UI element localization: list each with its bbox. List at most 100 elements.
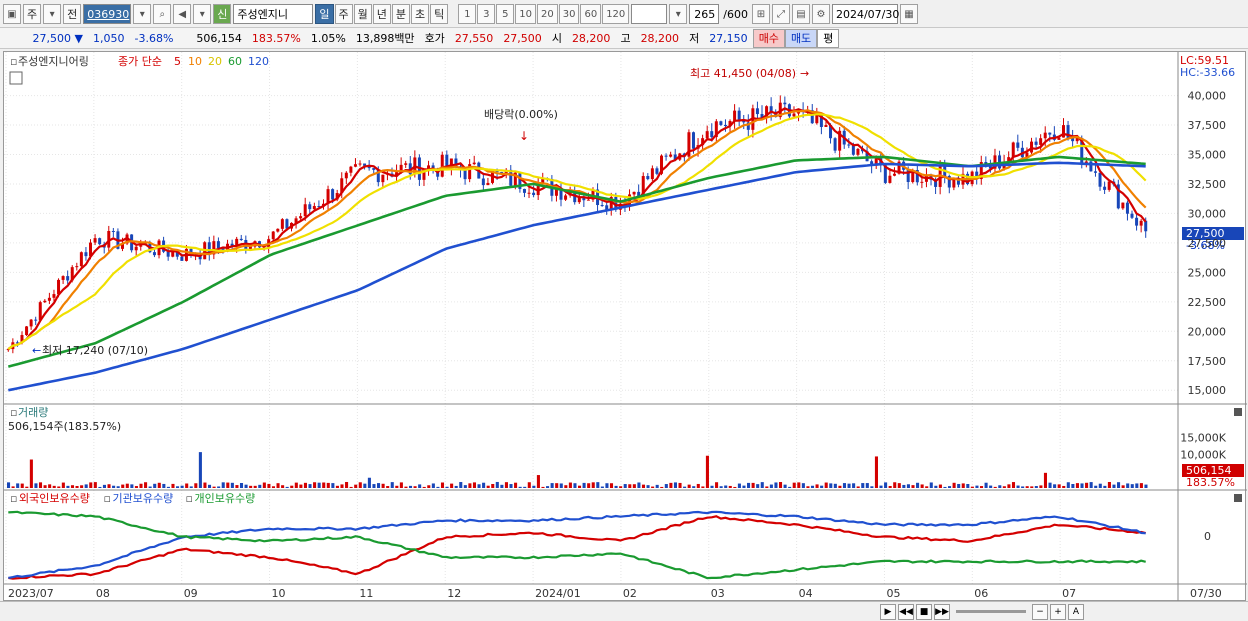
period-tab-5[interactable]: 초 — [411, 4, 430, 24]
period-tab-3[interactable]: 년 — [372, 4, 391, 24]
interval-tab-1[interactable]: 1 — [458, 4, 477, 24]
calendar-icon[interactable]: ▦ — [899, 4, 918, 24]
volume-bar — [294, 482, 298, 488]
zoom-slider[interactable] — [956, 610, 1026, 613]
sell-button[interactable]: 매도 — [784, 28, 818, 48]
volume-bar — [345, 481, 349, 488]
interval-tab-3[interactable]: 3 — [477, 4, 496, 24]
volume-bar — [897, 483, 901, 488]
holding-lines — [8, 510, 1146, 580]
table-icon[interactable] — [9, 71, 23, 85]
zoom-in-icon[interactable]: + — [1050, 603, 1066, 620]
volume-bar — [929, 482, 933, 488]
candle-body — [733, 110, 737, 122]
candle-body — [111, 231, 115, 233]
volume-bar — [61, 482, 65, 488]
interval-tab-120[interactable]: 120 — [602, 4, 630, 24]
forward-icon[interactable]: ▶▶ — [934, 603, 950, 620]
volume-bar — [1048, 482, 1052, 488]
volume-bar — [715, 482, 719, 488]
x-label-0: 2023/07 — [8, 587, 54, 600]
volume-bar — [89, 482, 93, 488]
volume-bar — [532, 485, 536, 488]
volume-bar — [390, 482, 394, 488]
volume-bar — [454, 485, 458, 488]
volume-bar — [559, 483, 563, 488]
holding-legend-0: 외국인보유수량 — [19, 492, 90, 505]
period-tab-6[interactable]: 틱 — [430, 4, 449, 24]
candle-body — [1103, 186, 1107, 190]
period-tab-2[interactable]: 월 — [353, 4, 372, 24]
chart-type-icon[interactable]: ⊞ — [751, 4, 770, 24]
volume-bar — [116, 486, 120, 488]
rewind-icon[interactable]: ◀◀ — [898, 603, 914, 620]
interval-tab-20[interactable]: 20 — [536, 4, 558, 24]
count-input[interactable]: 265 — [689, 4, 720, 24]
period-tab-1[interactable]: 주 — [334, 4, 353, 24]
volume-bar — [11, 486, 15, 488]
volume-bar — [313, 482, 317, 488]
market-select[interactable]: 주 — [23, 4, 42, 24]
volume-bar — [609, 483, 614, 488]
volume-bar — [1007, 484, 1011, 488]
x-label-8: 03 — [711, 587, 725, 600]
text-icon[interactable]: A — [1068, 603, 1084, 620]
candle-body — [669, 154, 673, 157]
candle-body — [952, 179, 956, 188]
x-label-7: 02 — [623, 587, 637, 600]
chart-svg[interactable]: ▫ 주성엔지니어링 종가 단순 5 10 20 60 120 LC:59.51 … — [4, 52, 1247, 602]
candle-body — [833, 138, 837, 151]
candle-body — [1093, 171, 1097, 173]
stop-icon[interactable]: ■ — [916, 603, 932, 620]
volume-current-pct: 183.57% — [1186, 476, 1235, 489]
period-tab-4[interactable]: 분 — [391, 4, 410, 24]
min-price-annotation: 최저 17,240 (07/10) — [42, 344, 148, 357]
interval-dropdown-icon[interactable]: ▾ — [669, 4, 688, 24]
prev-button[interactable]: 전 — [63, 4, 82, 24]
volume-panel-close-icon[interactable] — [1234, 408, 1242, 416]
search-icon[interactable]: ⌕ — [153, 4, 172, 24]
custom-interval-input[interactable] — [631, 4, 668, 24]
window-icon[interactable]: ▣ — [3, 4, 21, 24]
zoom-out-icon[interactable]: − — [1032, 603, 1048, 620]
toolbar: ▣ 주 ▾ 전 036930 ▾ ⌕ ◀ ▾ 신 주성엔지니 일주월년분초틱 1… — [0, 2, 1248, 26]
holding-panel-close-icon[interactable] — [1234, 494, 1242, 502]
volume-bar — [518, 486, 522, 488]
candle-body — [1144, 220, 1148, 232]
candle-body — [691, 132, 695, 149]
speaker-icon[interactable]: ◀ — [173, 4, 192, 24]
volume-bar — [1039, 485, 1043, 488]
period-tab-0[interactable]: 일 — [315, 4, 334, 24]
save-icon[interactable]: ▤ — [791, 4, 810, 24]
stock-code-input[interactable]: 036930 — [83, 4, 132, 24]
buy-button[interactable]: 매수 — [752, 28, 785, 48]
x-label-12: 07 — [1062, 587, 1076, 600]
volume-bar — [377, 483, 381, 488]
volume-bar — [847, 483, 851, 488]
interval-tab-30[interactable]: 30 — [558, 4, 580, 24]
volume-bar — [1094, 485, 1098, 488]
interval-tab-10[interactable]: 10 — [515, 4, 536, 24]
draw-icon[interactable]: ⤢ — [771, 4, 790, 24]
volume-bar — [52, 485, 56, 488]
volume-bar — [710, 485, 714, 488]
speaker-dropdown-icon[interactable]: ▾ — [193, 4, 212, 24]
volume-bar — [1098, 483, 1102, 488]
chart-area[interactable]: ▫ 주성엔지니어링 종가 단순 5 10 20 60 120 LC:59.51 … — [3, 51, 1247, 602]
scroll-right-icon[interactable]: ▶ — [880, 603, 896, 620]
chevron-down-icon[interactable]: ▾ — [43, 4, 62, 24]
volume-bar — [1002, 486, 1006, 488]
volume-bar — [829, 483, 833, 488]
interval-tab-5[interactable]: 5 — [496, 4, 515, 24]
candle-body — [239, 238, 243, 240]
volume-bar — [737, 483, 741, 488]
code-dropdown-icon[interactable]: ▾ — [133, 4, 152, 24]
gear-icon[interactable]: ⚙ — [811, 4, 830, 24]
volume-bar — [1107, 482, 1111, 488]
volume-bar — [25, 486, 29, 488]
candle-body — [312, 206, 316, 210]
avg-button[interactable]: 평 — [817, 28, 840, 48]
volume-bar — [934, 485, 938, 488]
interval-tab-60[interactable]: 60 — [580, 4, 602, 24]
date-input[interactable]: 2024/07/30 — [831, 4, 899, 24]
